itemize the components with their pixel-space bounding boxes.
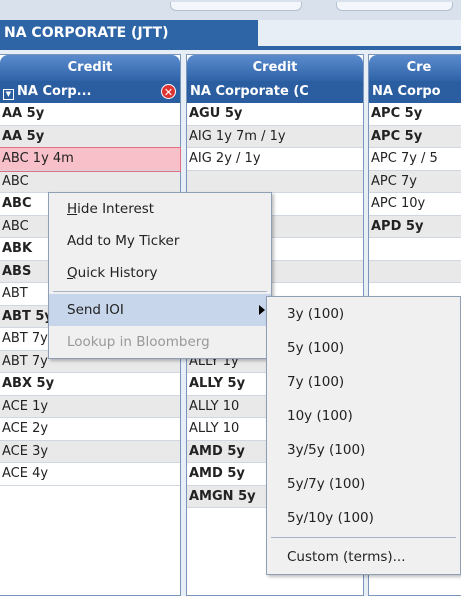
menu-item-send-ioi[interactable]: Send IOI <box>49 294 271 326</box>
table-row[interactable] <box>369 238 461 261</box>
close-icon[interactable]: ✕ <box>161 84 176 99</box>
menu-item-quick-history[interactable]: Quick History <box>49 257 271 289</box>
inactive-tab[interactable] <box>170 2 302 11</box>
menu-item-add-to-ticker[interactable]: Add to My Ticker <box>49 225 271 257</box>
table-row[interactable]: APC 10y <box>369 193 461 216</box>
top-strip <box>0 0 461 20</box>
submenu-item[interactable]: 3y (100) <box>267 297 460 331</box>
table-row[interactable]: ACE 2y <box>0 418 180 441</box>
column-subheader[interactable]: ▼ NA Corp... ✕ <box>0 81 180 103</box>
menu-label: Send IOI <box>67 302 124 318</box>
table-row[interactable]: APC 5y <box>369 103 461 126</box>
submenu-item[interactable]: 5y (100) <box>267 331 460 365</box>
submenu-items: 3y (100) 5y (100) 7y (100) 10y (100) 3y/5y (… <box>267 297 460 535</box>
table-row[interactable] <box>187 170 363 193</box>
column-subheader[interactable]: NA Corpo <box>369 81 461 103</box>
submenu-item[interactable]: 5y/10y (100) <box>267 501 460 535</box>
table-row[interactable]: AIG 2y / 1y <box>187 148 363 171</box>
menu-separator <box>53 291 267 292</box>
context-menu: Hide Interest Add to My Ticker Quick His… <box>48 192 272 359</box>
column-subheader[interactable]: NA Corporate (C <box>187 81 363 103</box>
send-ioi-submenu: 3y (100) 5y (100) 7y (100) 10y (100) 3y/5y (… <box>266 296 461 575</box>
inactive-tab[interactable] <box>336 2 453 11</box>
menu-item-hide-interest[interactable]: Hide Interest <box>49 193 271 225</box>
menu-label: Lookup in Bloomberg <box>67 334 210 350</box>
table-row[interactable]: ABC 1y 4m <box>0 147 181 172</box>
tab-na-corporate[interactable]: NA CORPORATE (JTT) <box>0 20 258 46</box>
submenu-arrow-icon <box>259 305 265 315</box>
table-row[interactable]: ACE 4y <box>0 463 180 486</box>
table-row[interactable]: ABC <box>0 170 180 193</box>
table-row[interactable]: APD 5y <box>369 215 461 238</box>
menu-label: ide Interest <box>77 201 155 217</box>
table-row[interactable]: ACE 1y <box>0 395 180 418</box>
column-header[interactable]: Credit <box>0 55 180 81</box>
submenu-item[interactable]: 10y (100) <box>267 399 460 433</box>
submenu-item[interactable]: 3y/5y (100) <box>267 433 460 467</box>
table-row[interactable]: AA 5y <box>0 103 180 126</box>
menu-item-lookup-bloomberg: Lookup in Bloomberg <box>49 326 271 358</box>
table-row[interactable]: APC 5y <box>369 125 461 148</box>
table-row[interactable]: APC 7y <box>369 170 461 193</box>
table-row[interactable]: AA 5y <box>0 125 180 148</box>
tab-underline <box>0 46 461 50</box>
table-row[interactable]: AIG 1y 7m / 1y <box>187 125 363 148</box>
column-header[interactable]: Credit <box>187 55 363 81</box>
submenu-item[interactable]: 5y/7y (100) <box>267 467 460 501</box>
submenu-item-custom[interactable]: Custom (terms)... <box>267 540 460 574</box>
menu-label: Add to My Ticker <box>67 233 180 249</box>
table-row[interactable]: ACE 3y <box>0 440 180 463</box>
subheader-label: NA Corp... <box>17 84 92 99</box>
table-row[interactable] <box>369 260 461 283</box>
table-row[interactable]: APC 7y / 5 <box>369 148 461 171</box>
table-row[interactable]: AGU 5y <box>187 103 363 126</box>
subheader-label: NA Corpo <box>372 84 441 99</box>
subheader-label: NA Corporate (C <box>190 84 309 99</box>
menu-label: Custom (terms)... <box>287 549 406 565</box>
mnemonic: H <box>67 201 78 217</box>
menu-separator <box>271 537 456 538</box>
menu-label: uick History <box>77 265 158 281</box>
dropdown-icon[interactable]: ▼ <box>3 89 14 100</box>
table-row[interactable]: ABX 5y <box>0 373 180 396</box>
mnemonic: Q <box>67 265 78 281</box>
submenu-item[interactable]: 7y (100) <box>267 365 460 399</box>
column-header[interactable]: Cre <box>369 55 461 81</box>
